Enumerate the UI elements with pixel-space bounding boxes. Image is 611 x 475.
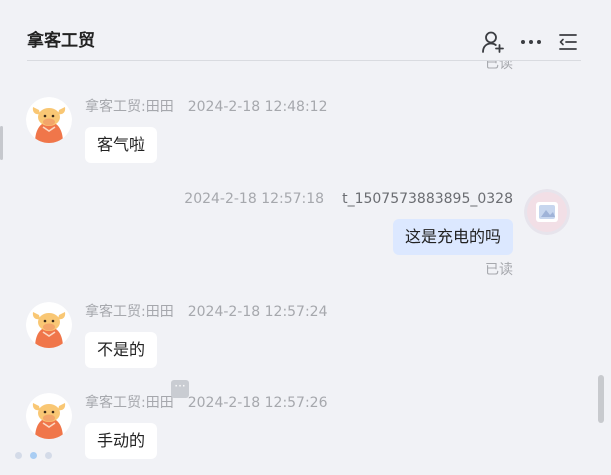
- avatar[interactable]: [524, 189, 570, 235]
- add-user-icon[interactable]: [481, 30, 505, 54]
- message-meta: 拿客工贸:田田 2024-2-18 12:57:26: [85, 394, 328, 412]
- sender-name: 拿客工贸:田田: [85, 304, 174, 320]
- chat-title: 拿客工贸: [27, 31, 95, 51]
- list-collapse-icon[interactable]: [557, 30, 581, 54]
- avatar[interactable]: [26, 97, 72, 143]
- panel-resize-handle[interactable]: [0, 126, 3, 160]
- avatar[interactable]: [26, 393, 72, 439]
- message-bubble[interactable]: 客气啦: [85, 127, 158, 163]
- message-bubble[interactable]: 手动的: [85, 423, 158, 459]
- message-bubble[interactable]: 不是的: [85, 332, 158, 368]
- sender-name: t_1507573883895_0328: [342, 191, 513, 207]
- message-list[interactable]: 已读 拿客工贸:田田 2024-2-18 12:48:12 客气啦 2024-2…: [0, 61, 611, 475]
- message-more-button[interactable]: ···: [171, 380, 189, 398]
- message-meta: 拿客工贸:田田 2024-2-18 12:48:12: [85, 98, 328, 116]
- chat-header: 拿客工贸: [0, 0, 611, 61]
- typing-dot: [30, 452, 37, 459]
- typing-dot: [15, 452, 22, 459]
- typing-dot: [45, 452, 52, 459]
- read-status: 已读: [485, 262, 513, 278]
- read-status: 已读: [485, 61, 513, 72]
- message-meta: 拿客工贸:田田 2024-2-18 12:57:24: [85, 303, 328, 321]
- sender-name: 拿客工贸:田田: [85, 395, 174, 411]
- sender-name: 拿客工贸:田田: [85, 99, 174, 115]
- message-time: 2024-2-18 12:57:18: [184, 191, 325, 207]
- typing-indicator: [15, 452, 55, 460]
- message-time: 2024-2-18 12:57:26: [187, 395, 328, 411]
- message-bubble[interactable]: 这是充电的吗: [392, 219, 513, 255]
- avatar[interactable]: [26, 302, 72, 348]
- message-meta: 2024-2-18 12:57:18 t_1507573883895_0328: [184, 190, 513, 208]
- more-horizontal-icon[interactable]: [519, 30, 543, 54]
- message-time: 2024-2-18 12:57:24: [187, 304, 328, 320]
- message-time: 2024-2-18 12:48:12: [187, 99, 328, 115]
- scrollbar-thumb[interactable]: [598, 375, 604, 423]
